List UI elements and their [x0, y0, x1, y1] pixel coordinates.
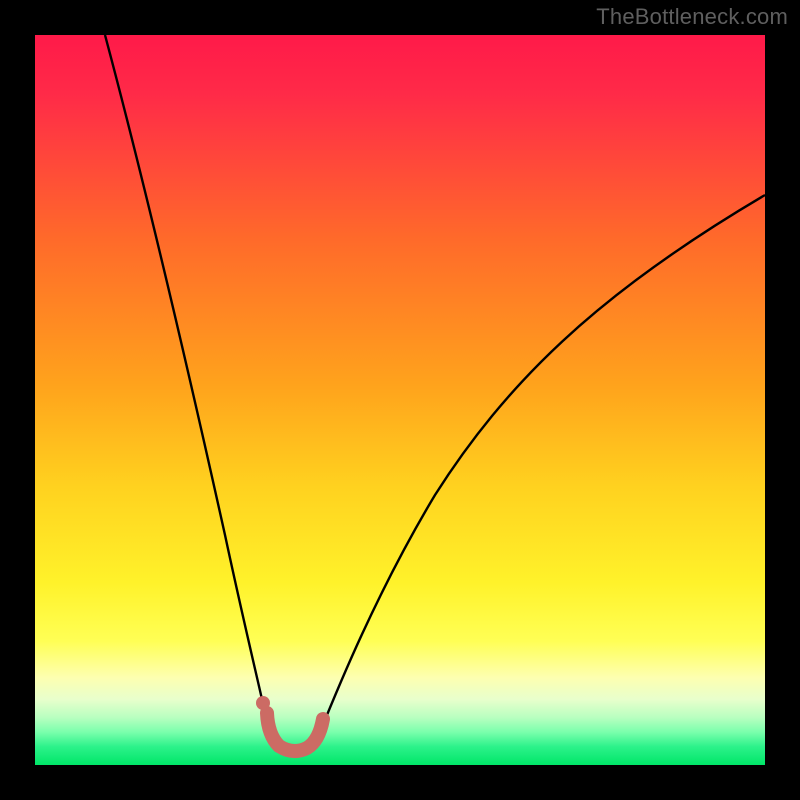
curve-right-branch: [318, 195, 765, 737]
optimum-marker-dot: [256, 696, 270, 710]
plot-area: [35, 35, 765, 765]
optimum-marker: [267, 713, 323, 751]
bottleneck-curve: [35, 35, 765, 765]
chart-frame: TheBottleneck.com: [0, 0, 800, 800]
curve-left-branch: [105, 35, 272, 737]
watermark-text: TheBottleneck.com: [596, 4, 788, 30]
